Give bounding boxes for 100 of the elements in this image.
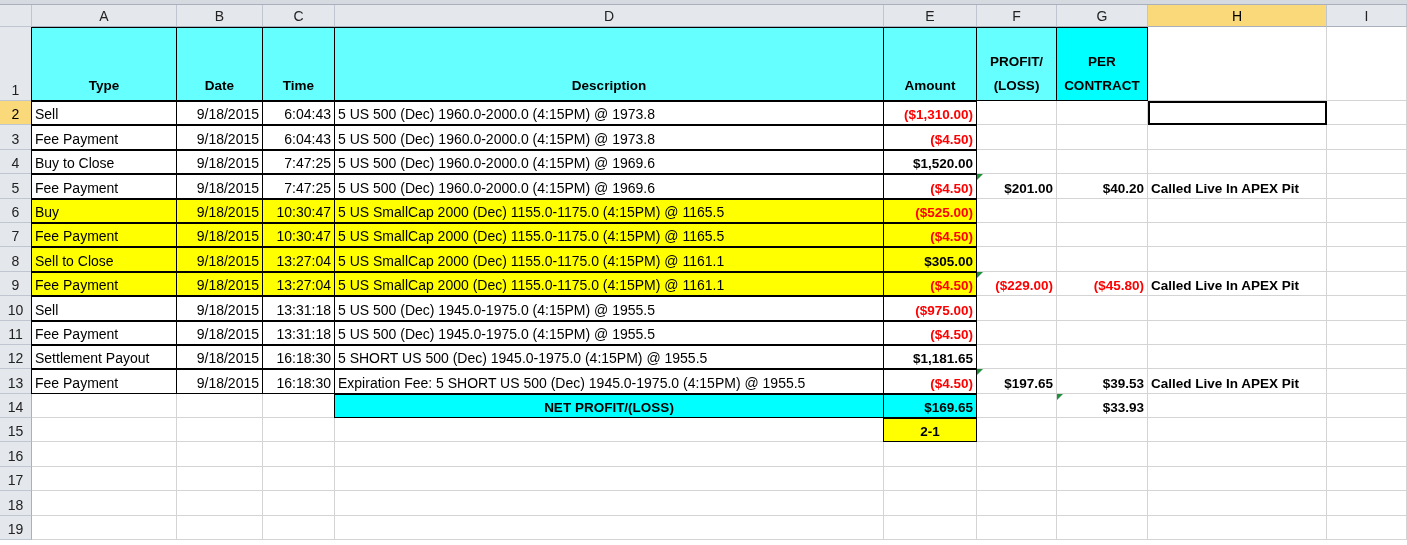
empty-cell[interactable]	[177, 418, 263, 443]
row-header[interactable]: 7	[0, 222, 32, 248]
empty-cell[interactable]	[1057, 101, 1148, 126]
row-header[interactable]: 17	[0, 466, 32, 492]
row-header[interactable]: 14	[0, 393, 32, 419]
column-header[interactable]: G	[1057, 5, 1148, 27]
empty-cell[interactable]	[1057, 222, 1148, 248]
empty-cell[interactable]	[1148, 393, 1327, 419]
empty-cell[interactable]	[977, 344, 1057, 370]
empty-cell[interactable]	[1057, 296, 1148, 321]
empty-cell[interactable]	[977, 149, 1057, 175]
empty-cell[interactable]	[1327, 442, 1407, 467]
column-header[interactable]: H	[1148, 5, 1327, 27]
empty-cell[interactable]	[263, 515, 335, 541]
empty-cell[interactable]	[1057, 442, 1148, 467]
empty-cell[interactable]	[884, 491, 977, 516]
row-header[interactable]: 15	[0, 418, 32, 443]
empty-cell[interactable]	[1148, 149, 1327, 175]
empty-cell[interactable]	[1057, 125, 1148, 150]
empty-cell[interactable]	[177, 442, 263, 467]
empty-cell[interactable]	[1327, 27, 1407, 101]
empty-cell[interactable]	[1148, 418, 1327, 443]
column-header[interactable]: C	[263, 5, 335, 27]
empty-cell[interactable]	[1327, 174, 1407, 199]
empty-cell[interactable]	[1327, 101, 1407, 126]
empty-cell[interactable]	[1327, 418, 1407, 443]
empty-cell[interactable]	[177, 515, 263, 541]
empty-cell[interactable]	[1148, 466, 1327, 492]
row-header[interactable]: 13	[0, 369, 32, 394]
empty-cell[interactable]	[977, 442, 1057, 467]
empty-cell[interactable]	[1148, 344, 1327, 370]
empty-cell[interactable]	[263, 491, 335, 516]
empty-cell[interactable]	[263, 418, 335, 443]
empty-cell[interactable]	[1057, 418, 1148, 443]
row-header[interactable]: 11	[0, 320, 32, 345]
row-header[interactable]: 3	[0, 125, 32, 150]
row-header[interactable]: 2	[0, 101, 32, 126]
empty-cell[interactable]	[263, 466, 335, 492]
row-header[interactable]: 18	[0, 491, 32, 516]
empty-cell[interactable]	[1327, 369, 1407, 394]
column-header[interactable]: B	[177, 5, 263, 27]
empty-cell[interactable]	[884, 466, 977, 492]
empty-cell[interactable]	[1148, 222, 1327, 248]
empty-cell[interactable]	[177, 466, 263, 492]
empty-cell[interactable]	[335, 466, 884, 492]
empty-cell[interactable]	[977, 125, 1057, 150]
empty-cell[interactable]	[884, 515, 977, 541]
empty-cell[interactable]	[1057, 247, 1148, 272]
empty-cell[interactable]	[1327, 198, 1407, 223]
empty-cell[interactable]	[1148, 515, 1327, 541]
row-header[interactable]: 8	[0, 247, 32, 272]
empty-cell[interactable]	[977, 466, 1057, 492]
empty-cell[interactable]	[1057, 466, 1148, 492]
empty-cell[interactable]	[1057, 344, 1148, 370]
empty-cell[interactable]	[1148, 296, 1327, 321]
empty-cell[interactable]	[1057, 198, 1148, 223]
empty-cell[interactable]	[1327, 393, 1407, 419]
empty-cell[interactable]	[1327, 296, 1407, 321]
row-header[interactable]: 10	[0, 296, 32, 321]
empty-cell[interactable]	[1148, 125, 1327, 150]
empty-cell[interactable]	[177, 491, 263, 516]
row-header[interactable]: 19	[0, 515, 32, 541]
empty-cell[interactable]	[1327, 344, 1407, 370]
row-header[interactable]: 16	[0, 442, 32, 467]
empty-cell[interactable]	[1327, 515, 1407, 541]
empty-cell[interactable]	[335, 491, 884, 516]
empty-cell[interactable]	[1148, 442, 1327, 467]
empty-cell[interactable]	[977, 491, 1057, 516]
empty-cell[interactable]	[977, 515, 1057, 541]
empty-cell[interactable]	[177, 393, 263, 419]
empty-cell[interactable]	[1057, 515, 1148, 541]
empty-cell[interactable]	[977, 320, 1057, 345]
empty-cell[interactable]	[1148, 198, 1327, 223]
empty-cell[interactable]	[1057, 320, 1148, 345]
column-header[interactable]: I	[1327, 5, 1407, 27]
empty-cell[interactable]	[1148, 320, 1327, 345]
column-header[interactable]: A	[32, 5, 177, 27]
empty-cell[interactable]	[1327, 247, 1407, 272]
empty-cell[interactable]	[335, 442, 884, 467]
empty-cell[interactable]	[977, 101, 1057, 126]
column-header[interactable]: D	[335, 5, 884, 27]
row-header[interactable]: 6	[0, 198, 32, 223]
empty-cell[interactable]	[1327, 466, 1407, 492]
column-header[interactable]: E	[884, 5, 977, 27]
empty-cell[interactable]	[1057, 491, 1148, 516]
active-cell[interactable]	[1148, 101, 1327, 126]
empty-cell[interactable]	[1327, 149, 1407, 175]
empty-cell[interactable]	[884, 442, 977, 467]
empty-cell[interactable]	[1057, 149, 1148, 175]
empty-cell[interactable]	[1148, 491, 1327, 516]
column-header[interactable]: F	[977, 5, 1057, 27]
empty-cell[interactable]	[263, 442, 335, 467]
empty-cell[interactable]	[1148, 247, 1327, 272]
row-header[interactable]: 12	[0, 344, 32, 370]
row-header[interactable]: 1	[0, 27, 32, 101]
empty-cell[interactable]	[1327, 320, 1407, 345]
empty-cell[interactable]	[1327, 491, 1407, 516]
row-header[interactable]: 9	[0, 271, 32, 297]
empty-cell[interactable]	[1327, 125, 1407, 150]
select-all-corner[interactable]	[0, 5, 32, 27]
